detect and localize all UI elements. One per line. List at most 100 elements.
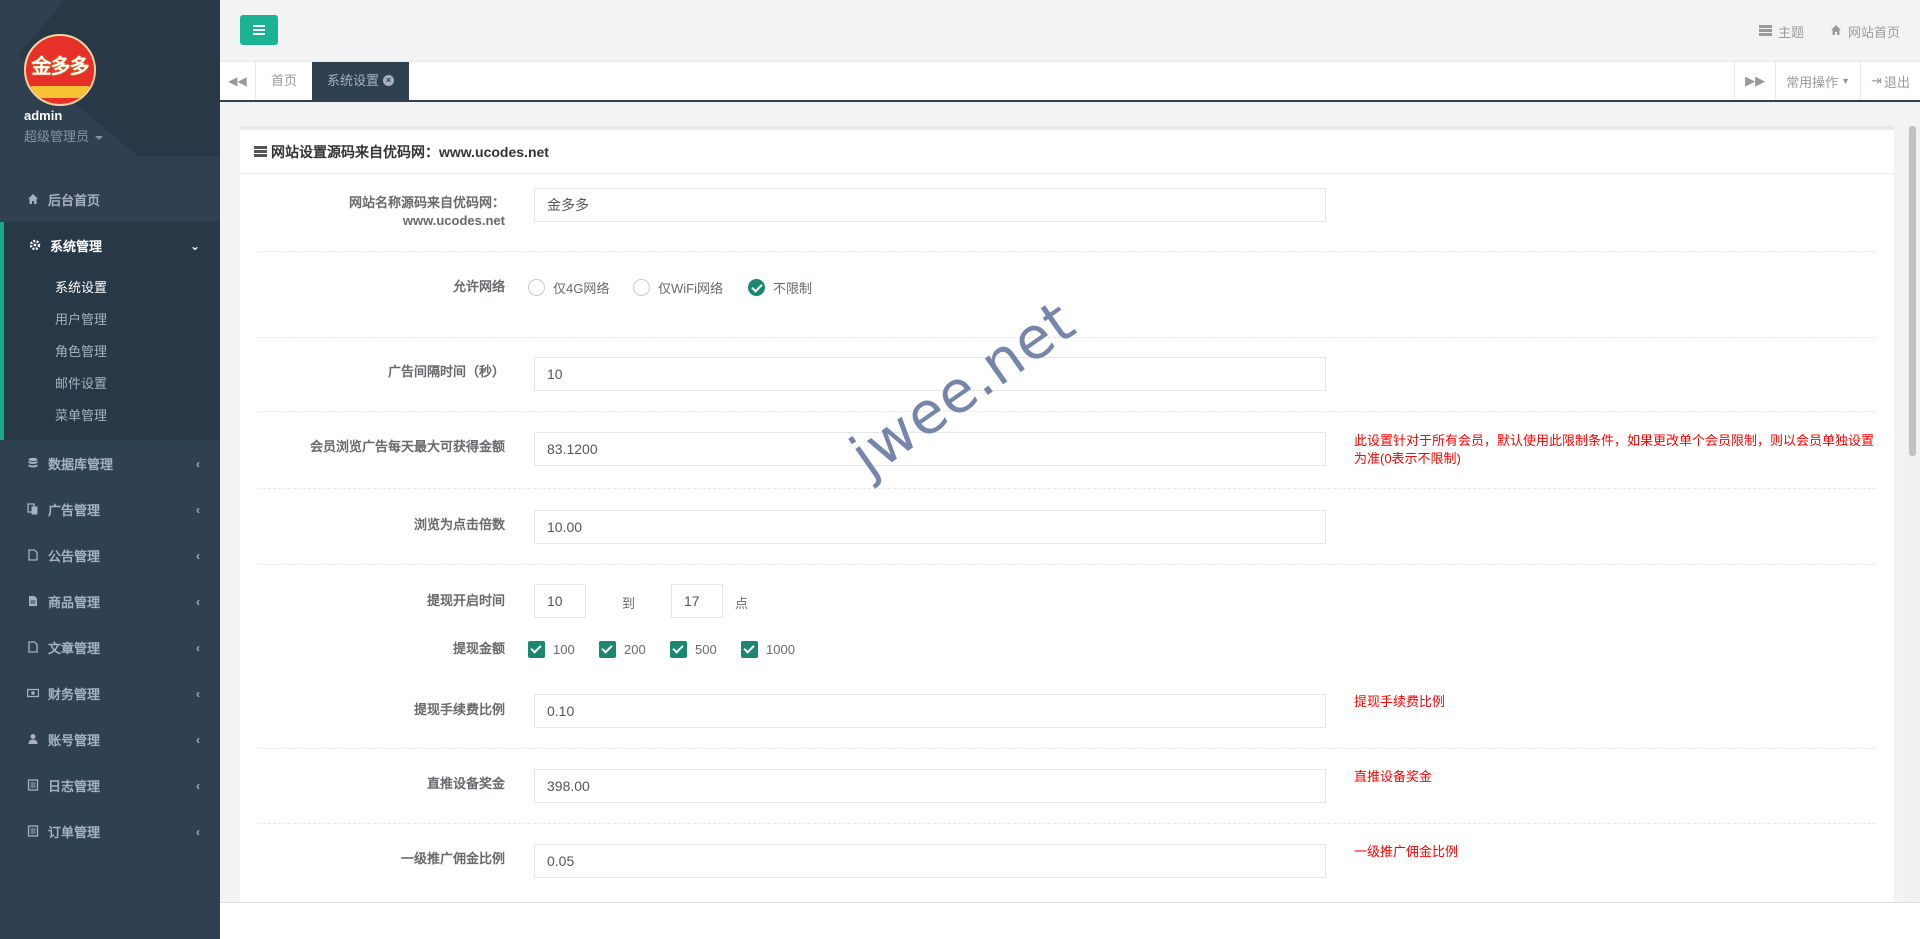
theme-link[interactable]: 主题 xyxy=(1758,22,1804,41)
site-name-input[interactable]: 金多多 xyxy=(534,188,1326,222)
chevron-left-icon: ‹ xyxy=(196,595,200,609)
site-name-label-line2: www.ucodes.net xyxy=(402,213,505,228)
money-icon xyxy=(26,686,40,700)
click-ratio-input[interactable]: 10.00 xyxy=(534,510,1326,544)
sidebar-item-logs[interactable]: 日志管理 ‹ xyxy=(0,762,220,808)
user-icon xyxy=(26,732,40,746)
scrollbar[interactable] xyxy=(1905,126,1920,902)
fee-input[interactable]: 0.10 xyxy=(534,694,1326,728)
radio-wifi[interactable]: 仅WiFi网络 xyxy=(633,278,723,297)
sidebar-item-home[interactable]: 后台首页 xyxy=(0,176,220,222)
sidebar-subitem-system-settings[interactable]: 系统设置 xyxy=(4,272,220,304)
withdraw-to-input[interactable]: 17 xyxy=(671,584,723,618)
sidebar-item-label: 日志管理 xyxy=(48,778,101,794)
common-ops-label: 常用操作 xyxy=(1786,74,1839,90)
sidebar-item-database[interactable]: 数据库管理 ‹ xyxy=(0,440,220,486)
level1-input[interactable]: 0.05 xyxy=(534,844,1326,878)
radio-circle-checked xyxy=(748,279,765,296)
checkbox-amount-500[interactable]: 500 xyxy=(670,641,717,658)
direct-bonus-label: 直推设备奖金 xyxy=(426,776,505,791)
menu-toggle-button[interactable] xyxy=(240,15,278,45)
ad-interval-label: 广告间隔时间（秒） xyxy=(387,364,505,379)
sidebar-subitem-mail-settings[interactable]: 邮件设置 xyxy=(4,368,220,400)
direct-bonus-input[interactable]: 398.00 xyxy=(534,769,1326,803)
tab-home[interactable]: 首页 xyxy=(256,62,312,100)
checkbox-checked-icon xyxy=(741,641,758,658)
checkbox-amount-100[interactable]: 100 xyxy=(528,641,575,658)
tab-scroll-right-button[interactable]: ▶▶ xyxy=(1734,62,1775,100)
radio-label: 不限制 xyxy=(773,281,813,296)
radio-circle xyxy=(633,279,650,296)
sign-out-icon: ⇥ xyxy=(1871,73,1882,88)
checkbox-label: 1000 xyxy=(766,642,795,657)
sidebar-item-system[interactable]: 系统管理 ⌄ xyxy=(4,222,220,268)
caret-down-icon xyxy=(95,135,104,140)
site-home-label: 网站首页 xyxy=(1847,25,1900,40)
tab-scroll-left-button[interactable]: ◀◀ xyxy=(220,62,256,100)
sidebar-nav: 后台首页 系统管理 ⌄ 系统设置 用户管理 角色管理 邮件设置 菜单管理 数据库… xyxy=(0,176,220,854)
checkbox-label: 200 xyxy=(624,642,646,657)
sidebar-item-finance[interactable]: 财务管理 ‹ xyxy=(0,670,220,716)
chevron-left-icon: ‹ xyxy=(196,733,200,747)
sidebar-subitem-menu-management[interactable]: 菜单管理 xyxy=(4,400,220,432)
tab-label: 系统设置 xyxy=(327,73,380,88)
tab-system-settings[interactable]: 系统设置 × xyxy=(312,62,410,102)
point-text: 点 xyxy=(735,596,749,611)
direct-bonus-help: 直推设备奖金 xyxy=(1354,769,1433,784)
sidebar-item-ads[interactable]: 广告管理 ‹ xyxy=(0,486,220,532)
sidebar-item-label: 财务管理 xyxy=(48,686,101,702)
logout-label: 退出 xyxy=(1883,74,1910,90)
sidebar-item-products[interactable]: 商品管理 ‹ xyxy=(0,578,220,624)
database-icon xyxy=(26,456,40,470)
max-earn-help: 此设置针对于所有会员，默认使用此限制条件，如果更改单个会员限制，则以会员单独设置… xyxy=(1354,433,1875,466)
list-alt-icon xyxy=(26,778,40,792)
radio-unlimited[interactable]: 不限制 xyxy=(748,278,812,297)
sidebar-subitem-user-management[interactable]: 用户管理 xyxy=(4,304,220,336)
sidebar-item-label: 文章管理 xyxy=(48,640,101,656)
to-text: 到 xyxy=(622,596,636,611)
site-name-label: 网站名称源码来自优码网： www.ucodes.net xyxy=(275,194,505,230)
sidebar-subitem-role-management[interactable]: 角色管理 xyxy=(4,336,220,368)
checkbox-checked-icon xyxy=(670,641,687,658)
checkbox-amount-200[interactable]: 200 xyxy=(599,641,646,658)
close-icon[interactable]: × xyxy=(383,75,395,87)
checkbox-amount-1000[interactable]: 1000 xyxy=(741,641,795,658)
sidebar-item-accounts[interactable]: 账号管理 ‹ xyxy=(0,716,220,762)
withdraw-from-input[interactable]: 10 xyxy=(534,584,586,618)
footer-area xyxy=(220,902,1920,939)
panel-title: 网站设置源码来自优码网：www.ucodes.net xyxy=(271,143,549,160)
chevron-down-icon: ⌄ xyxy=(189,239,200,253)
user-role-dropdown[interactable]: 超级管理员 xyxy=(24,126,104,145)
divider xyxy=(258,564,1876,565)
file-icon xyxy=(26,640,40,654)
tasks-icon xyxy=(1758,24,1772,39)
level1-label: 一级推广佣金比例 xyxy=(400,851,505,866)
avatar[interactable]: 金多多 xyxy=(24,34,96,106)
profile-area: 金多多 admin 超级管理员 xyxy=(0,0,220,156)
logout-button[interactable]: ⇥ 退出 xyxy=(1860,62,1920,100)
sidebar: 金多多 admin 超级管理员 后台首页 系统管理 ⌄ 系统设置 用户管理 角色… xyxy=(0,0,220,939)
sidebar-item-label: 商品管理 xyxy=(48,594,101,610)
sidebar-item-announcements[interactable]: 公告管理 ‹ xyxy=(0,532,220,578)
common-ops-dropdown[interactable]: 常用操作 ▼ xyxy=(1775,62,1860,100)
backward-icon: ◀◀ xyxy=(228,74,247,88)
tabs: 首页 系统设置 × xyxy=(256,62,410,102)
site-home-link[interactable]: 网站首页 xyxy=(1830,22,1900,41)
checkbox-checked-icon xyxy=(528,641,545,658)
radio-4g[interactable]: 仅4G网络 xyxy=(528,278,609,297)
file-icon xyxy=(26,548,40,562)
logo-bar xyxy=(30,86,90,98)
tabs-bar: ◀◀ 首页 系统设置 × ▶▶ 常用操作 ▼ ⇥ 退出 xyxy=(220,62,1920,102)
gear-icon xyxy=(28,238,42,252)
scrollbar-thumb[interactable] xyxy=(1909,126,1916,456)
theme-label: 主题 xyxy=(1777,25,1804,40)
fee-label: 提现手续费比例 xyxy=(413,702,505,717)
top-right-links: 主题 网站首页 xyxy=(1758,22,1900,41)
sidebar-item-label: 数据库管理 xyxy=(48,456,114,472)
chevron-left-icon: ‹ xyxy=(196,641,200,655)
list-alt-icon xyxy=(26,824,40,838)
divider xyxy=(258,823,1876,824)
sidebar-item-label: 账号管理 xyxy=(48,732,101,748)
sidebar-item-orders[interactable]: 订单管理 ‹ xyxy=(0,808,220,854)
sidebar-item-articles[interactable]: 文章管理 ‹ xyxy=(0,624,220,670)
